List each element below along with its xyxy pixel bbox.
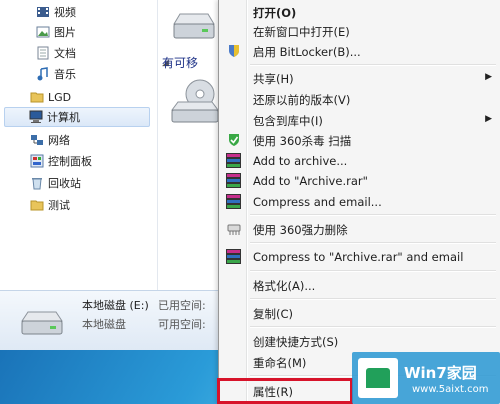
nav-item-label: LGD xyxy=(48,90,72,104)
menu-item-open-new-window[interactable]: 在新窗口中打开(E) xyxy=(222,21,498,41)
drive-name: 本地磁盘 (E:) xyxy=(82,299,149,312)
menu-item-compress-and-email[interactable]: Compress and email... xyxy=(222,192,498,212)
nav-item-videos[interactable]: 视频 xyxy=(36,2,76,22)
menu-item-share[interactable]: 共享(H) ▶ xyxy=(222,68,498,88)
cd-drive-icon[interactable] xyxy=(170,78,220,126)
nav-item-lgd[interactable]: LGD xyxy=(30,87,71,107)
menu-item-include-in-library[interactable]: 包含到库中(I) ▶ xyxy=(222,110,498,130)
shield-icon xyxy=(226,44,242,58)
used-space-label: 已用空间: xyxy=(158,299,206,312)
drive-type: 本地磁盘 xyxy=(82,318,126,331)
folder-icon xyxy=(30,198,44,212)
details-pane: 本地磁盘 (E:) 本地磁盘 已用空间: 可用空间: xyxy=(0,290,230,350)
nav-item-control-panel[interactable]: 控制面板 xyxy=(30,151,92,171)
menu-separator xyxy=(250,270,496,272)
network-icon xyxy=(30,133,44,147)
nav-item-computer[interactable]: 计算机 xyxy=(4,107,150,127)
music-library-icon xyxy=(36,67,50,81)
winrar-icon xyxy=(226,194,241,210)
shredder-icon xyxy=(226,222,242,236)
navigation-pane: 视频 图片 文档 音乐 LGD 计算机 网络 控制面板 回收站 测试 xyxy=(0,0,158,290)
360-antivirus-icon xyxy=(226,133,242,147)
nav-item-pictures[interactable]: 图片 xyxy=(36,22,76,42)
menu-item-compress-rar-and-email[interactable]: Compress to "Archive.rar" and email xyxy=(222,247,498,267)
nav-item-label: 计算机 xyxy=(47,111,80,124)
computer-icon xyxy=(29,110,43,124)
nav-item-network[interactable]: 网络 xyxy=(30,130,70,150)
recycle-bin-icon xyxy=(30,176,44,190)
nav-item-label: 回收站 xyxy=(48,177,81,190)
nav-item-recycle-bin[interactable]: 回收站 xyxy=(30,173,81,193)
menu-separator xyxy=(250,64,496,66)
winrar-icon xyxy=(226,249,241,265)
menu-item-copy[interactable]: 复制(C) xyxy=(222,303,498,323)
menu-item-restore-previous-versions[interactable]: 还原以前的版本(V) xyxy=(222,89,498,109)
nav-item-label: 音乐 xyxy=(54,68,76,81)
winrar-icon xyxy=(226,173,241,189)
submenu-arrow-icon: ▶ xyxy=(485,114,492,124)
menu-item-create-shortcut[interactable]: 创建快捷方式(S) xyxy=(222,331,498,351)
winrar-icon xyxy=(226,153,241,169)
nav-item-label: 网络 xyxy=(48,134,70,147)
group-header-removable: 有可移 xyxy=(162,56,199,70)
watermark-url: www.5aixt.com xyxy=(412,384,489,395)
menu-item-add-to-archive[interactable]: Add to archive... xyxy=(222,151,498,171)
drive-icon[interactable] xyxy=(170,10,218,44)
nav-item-label: 视频 xyxy=(54,6,76,19)
nav-item-test[interactable]: 测试 xyxy=(30,195,70,215)
menu-item-bitlocker[interactable]: 启用 BitLocker(B)... xyxy=(222,41,498,61)
properties-highlight-box xyxy=(217,378,353,404)
pictures-library-icon xyxy=(36,25,50,39)
context-menu: 打开(O) 在新窗口中打开(E) 启用 BitLocker(B)... 共享(H… xyxy=(218,0,500,404)
nav-item-music[interactable]: 音乐 xyxy=(36,64,76,84)
drive-icon xyxy=(18,309,66,339)
menu-separator xyxy=(250,326,496,328)
nav-item-label: 测试 xyxy=(48,199,70,212)
nav-item-documents[interactable]: 文档 xyxy=(36,43,76,63)
nav-item-label: 图片 xyxy=(54,26,76,39)
video-library-icon xyxy=(36,5,50,19)
menu-item-format[interactable]: 格式化(A)... xyxy=(222,275,498,295)
nav-item-label: 文档 xyxy=(54,47,76,60)
menu-item-360-scan[interactable]: 使用 360杀毒 扫描 xyxy=(222,130,498,150)
watermark-brand: Win7家园 xyxy=(404,364,477,382)
menu-separator xyxy=(250,214,496,216)
free-space-label: 可用空间: xyxy=(158,318,206,331)
documents-library-icon xyxy=(36,46,50,60)
site-watermark: Win7家园 www.5aixt.com xyxy=(352,352,500,404)
menu-item-open[interactable]: 打开(O) xyxy=(222,2,498,22)
menu-item-360-force-delete[interactable]: 使用 360强力删除 xyxy=(222,219,498,239)
menu-item-add-to-archive-rar[interactable]: Add to "Archive.rar" xyxy=(222,171,498,191)
menu-separator xyxy=(250,298,496,300)
submenu-arrow-icon: ▶ xyxy=(485,72,492,82)
nav-item-label: 控制面板 xyxy=(48,155,92,168)
house-logo-icon xyxy=(358,358,398,398)
folder-icon xyxy=(30,90,44,104)
control-panel-icon xyxy=(30,154,44,168)
menu-separator xyxy=(250,242,496,244)
